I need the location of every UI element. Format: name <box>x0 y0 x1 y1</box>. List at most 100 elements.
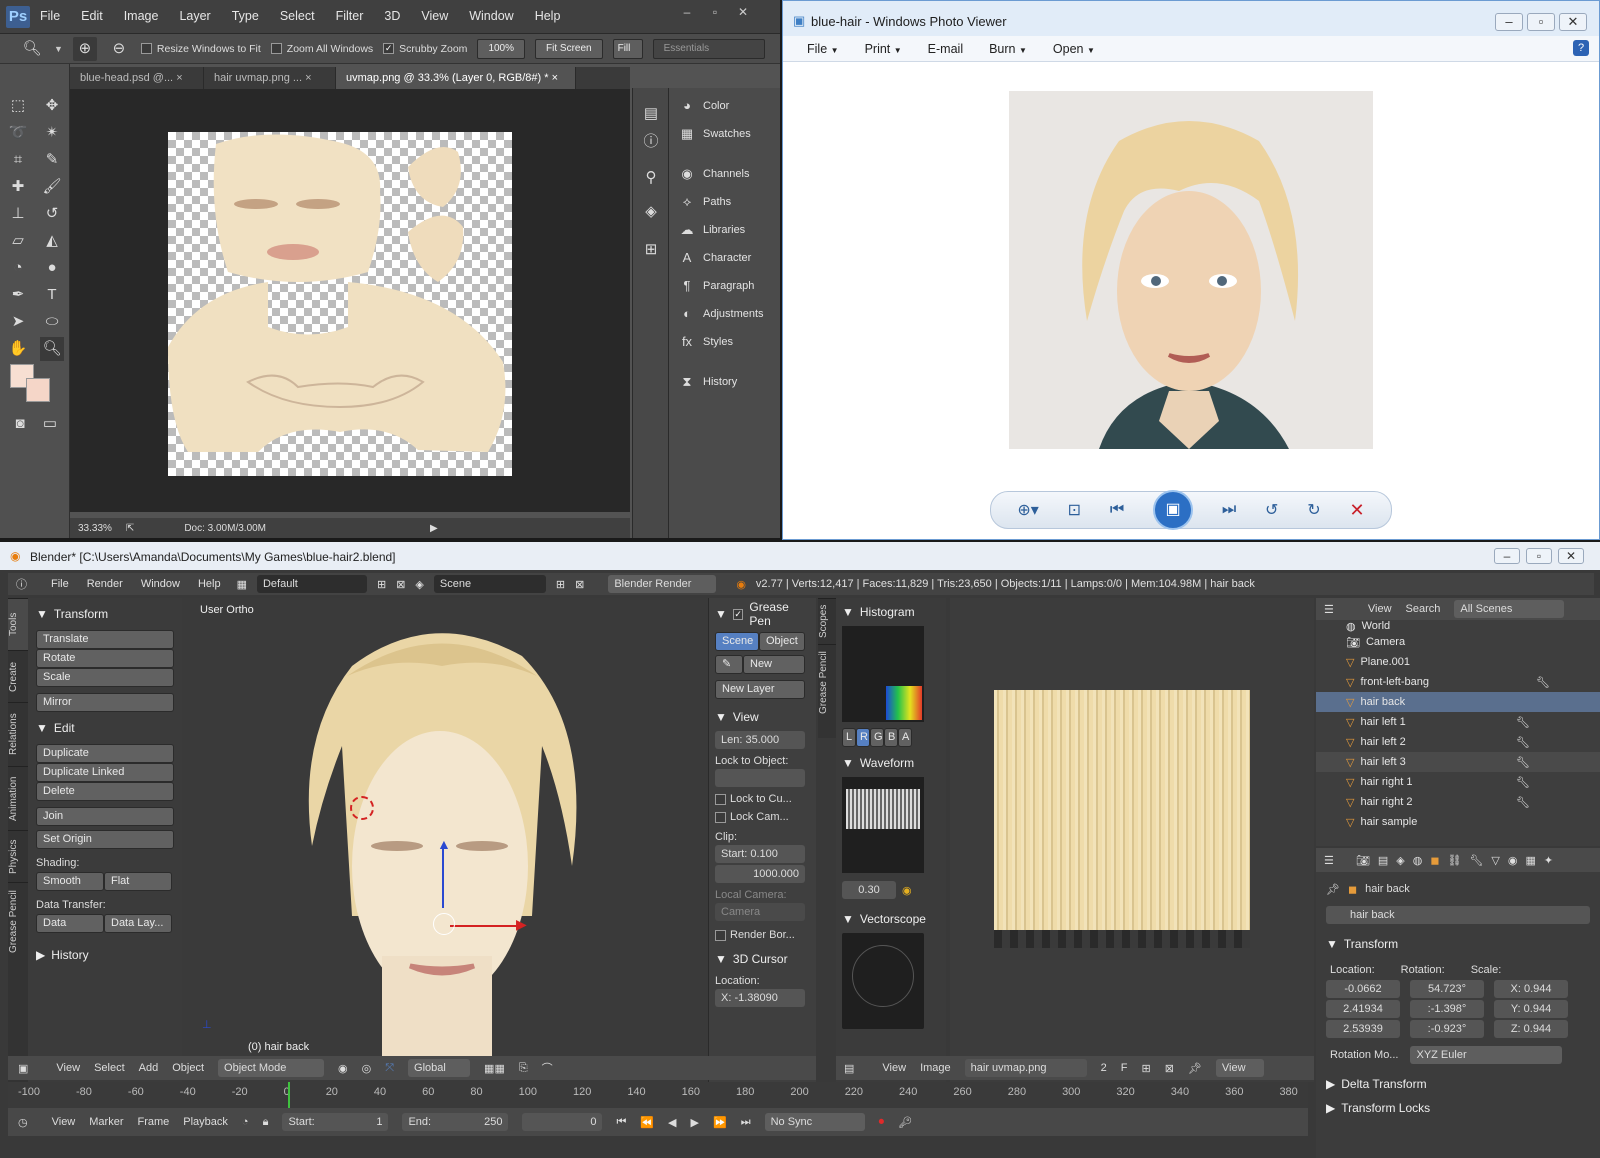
previous-icon[interactable]: ⏮ <box>1110 501 1124 519</box>
navigator-icon[interactable]: ⊞ <box>639 238 663 262</box>
lock-icon[interactable]: 🔒︎ <box>263 1116 269 1129</box>
ellipse-tool-icon[interactable]: ⬭ <box>40 310 64 334</box>
properties-icon[interactable]: ▤ <box>639 102 663 126</box>
image-menu[interactable]: Image <box>920 1062 951 1074</box>
outliner-row-hair-back[interactable]: ▽ hair back <box>1316 692 1600 712</box>
select-menu[interactable]: Select <box>94 1062 125 1074</box>
menu-layer[interactable]: Layer <box>179 9 210 23</box>
close-icon[interactable]: ✕ <box>1559 13 1587 31</box>
panel-swatches[interactable]: ▦ Swatches <box>669 120 780 148</box>
delta-transform-header[interactable]: ▶ Delta Transform <box>1316 1074 1600 1094</box>
duplicate-button[interactable]: Duplicate <box>36 744 174 763</box>
grease-pencil-header[interactable]: ▼ ✓ Grease Pen <box>715 600 810 628</box>
scale-x-field[interactable]: X: 0.944 <box>1494 980 1568 998</box>
layers-icon[interactable]: ◈ <box>639 200 663 224</box>
pencil-icon[interactable]: ✎ <box>715 655 743 674</box>
clip-end-field[interactable]: 1000.000 <box>715 865 805 883</box>
color-wheel-icon[interactable]: ◉ <box>902 884 912 897</box>
pv-menu-email[interactable]: E-mail <box>928 42 963 56</box>
object-name-field[interactable]: hair back <box>1326 906 1590 924</box>
set-origin-select[interactable]: Set Origin <box>36 830 174 849</box>
menu-type[interactable]: Type <box>232 9 259 23</box>
world-tab-icon[interactable]: ◍ <box>1413 854 1423 867</box>
slideshow-icon[interactable]: ▣ <box>1153 490 1194 530</box>
constraints-tab-icon[interactable]: ⛓ <box>1447 854 1461 867</box>
mode-select[interactable]: Object Mode <box>218 1059 325 1077</box>
panel-libraries[interactable]: ☁ Libraries <box>669 216 780 244</box>
image-mode-select[interactable]: View <box>1215 1059 1264 1077</box>
pin-icon[interactable]: 📌︎ <box>1326 883 1340 896</box>
scene-tab-icon[interactable]: ◈ <box>1396 854 1404 867</box>
timeline-view-menu[interactable]: View <box>52 1116 76 1128</box>
move-tool-icon[interactable]: ✥ <box>40 94 64 118</box>
rotate-right-icon[interactable]: ↻ <box>1307 500 1320 520</box>
help-icon[interactable]: ? <box>1573 40 1589 56</box>
properties-editor-icon[interactable]: ☰ <box>1324 854 1334 867</box>
minimize-icon[interactable]: – <box>1495 13 1523 31</box>
pv-menu-file[interactable]: File ▼ <box>807 42 839 56</box>
channel-blue[interactable]: B <box>884 728 898 747</box>
outliner-row-hair-left-3[interactable]: ▽ hair left 3 🔧︎ <box>1316 752 1600 772</box>
eraser-tool-icon[interactable]: ▱ <box>6 229 30 253</box>
edit-panel-header[interactable]: ▼ Edit <box>36 718 174 738</box>
dodge-tool-icon[interactable]: ● <box>40 256 64 280</box>
rotation-mode-select[interactable]: XYZ Euler <box>1410 1046 1563 1064</box>
fill-screen-button[interactable]: Fill S <box>612 38 643 59</box>
object-button[interactable]: Object <box>759 632 805 651</box>
brush-tool-icon[interactable]: 🖌︎ <box>40 175 64 199</box>
outliner-row-hair-left-2[interactable]: ▽ hair left 2 🔧︎ <box>1316 732 1600 752</box>
rotate-button[interactable]: Rotate <box>36 649 174 668</box>
panel-adjustments[interactable]: ◐ Adjustments <box>669 300 780 328</box>
chevron-down-icon[interactable]: ▼ <box>54 44 63 54</box>
delete-button[interactable]: Delete <box>36 782 174 801</box>
maximize-icon[interactable]: ▫ <box>704 4 726 20</box>
status-arrow-icon[interactable]: ▶ <box>430 523 438 534</box>
scene-button[interactable]: Scene <box>715 632 759 651</box>
checkbox-icon[interactable] <box>270 43 282 54</box>
record-clock-icon[interactable]: ◔ <box>242 1116 249 1128</box>
layers-grid-icon[interactable]: ▦▦ <box>484 1062 505 1075</box>
smooth-button[interactable]: Smooth <box>36 872 104 891</box>
tab-relations[interactable]: Relations <box>8 702 28 766</box>
3d-view-editor-icon[interactable]: ▣ <box>18 1062 28 1075</box>
tab-grease-pencil[interactable]: Grease Pencil <box>8 882 28 960</box>
outliner-search-menu[interactable]: Search <box>1406 603 1441 615</box>
menu-filter[interactable]: Filter <box>336 9 364 23</box>
menu-help[interactable]: Help <box>535 9 561 23</box>
manipulator-icon[interactable]: ⤧ <box>385 1062 394 1075</box>
rotation-z-field[interactable]: :-0.923° <box>1410 1020 1484 1038</box>
close-icon[interactable]: ✕ <box>1558 548 1584 564</box>
info-editor-icon[interactable]: ⓘ <box>16 576 27 592</box>
new-layer-button[interactable]: New Layer <box>715 680 805 699</box>
new-image-icon[interactable]: ⊞ <box>1142 1062 1151 1075</box>
render-icon[interactable]: ⎘ <box>519 1062 528 1075</box>
particles-tab-icon[interactable]: ✦ <box>1544 854 1553 867</box>
jump-end-icon[interactable]: ⏭ <box>741 1116 751 1129</box>
history-brush-icon[interactable]: ↺ <box>40 202 64 226</box>
scale-button[interactable]: Scale <box>36 668 174 687</box>
checkbox-checked-icon[interactable]: ✓ <box>383 43 395 54</box>
3d-viewport[interactable]: User Ortho ▲ ▶ (0) hair back ⊥ <box>182 598 708 1082</box>
texture-tab-icon[interactable]: ▦ <box>1525 854 1535 867</box>
keying-set-icon[interactable]: 🔑︎ <box>898 1116 912 1129</box>
modifiers-tab-icon[interactable]: 🔧︎ <box>1469 854 1483 867</box>
background-color-swatch[interactable] <box>26 378 50 402</box>
add-icon[interactable]: ⊞ <box>377 578 386 591</box>
tab-animation[interactable]: Animation <box>8 766 28 830</box>
marquee-tool-icon[interactable]: ⬚ <box>6 94 30 118</box>
menu-window[interactable]: Window <box>141 578 180 590</box>
marker-menu[interactable]: Marker <box>89 1116 123 1128</box>
tab-create[interactable]: Create <box>8 650 28 702</box>
tab-tools[interactable]: Tools <box>8 598 28 650</box>
local-camera-field[interactable]: Camera <box>715 903 805 921</box>
close-icon[interactable]: ✕ <box>732 4 754 20</box>
view-menu[interactable]: View <box>56 1062 80 1074</box>
checkbox-checked-icon[interactable]: ✓ <box>732 608 744 620</box>
transform-locks-header[interactable]: ▶ Transform Locks <box>1316 1098 1600 1118</box>
3d-cursor-header[interactable]: ▼ 3D Cursor <box>715 949 810 969</box>
outliner-row-camera[interactable]: 📷︎ Camera <box>1316 632 1600 652</box>
outliner-row-hair-right-2[interactable]: ▽ hair right 2 🔧︎ <box>1316 792 1600 812</box>
history-panel-header[interactable]: ▶ History <box>36 945 174 965</box>
hand-tool-icon[interactable]: ✋ <box>6 337 30 361</box>
panel-color[interactable]: ◕ Color <box>669 92 780 120</box>
